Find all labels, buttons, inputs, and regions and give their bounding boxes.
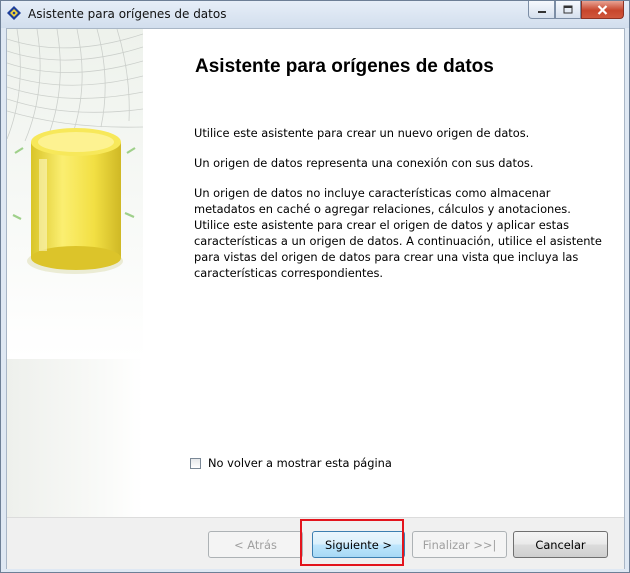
wizard-content: Asistente para orígenes de datos Utilice…	[6, 28, 625, 569]
minimize-icon	[537, 10, 546, 13]
page-title: Asistente para orígenes de datos	[195, 56, 494, 77]
minimize-button[interactable]	[528, 1, 555, 19]
maximize-button[interactable]	[555, 1, 581, 19]
wizard-diamond-icon	[7, 6, 21, 20]
finish-button[interactable]: Finalizar >>|	[412, 531, 507, 558]
database-illustration	[7, 29, 143, 517]
description-paragraph: Un origen de datos representa una conexi…	[194, 156, 534, 170]
dont-show-again-label[interactable]: No volver a mostrar esta página	[208, 456, 392, 470]
cancel-button[interactable]: Cancelar	[513, 531, 608, 558]
database-icon	[7, 29, 143, 359]
maximize-icon	[563, 5, 573, 14]
wizard-window: Asistente para orígenes de datos Asisten…	[0, 0, 630, 573]
details-paragraph: Un origen de datos no incluye caracterís…	[194, 186, 602, 280]
dont-show-again-checkbox[interactable]	[190, 457, 201, 469]
close-button[interactable]	[581, 1, 624, 19]
dont-show-again-option[interactable]: No volver a mostrar esta página	[190, 456, 392, 470]
back-button[interactable]: < Atrás	[208, 531, 303, 558]
close-icon	[597, 4, 608, 15]
intro-paragraph: Utilice este asistente para crear un nue…	[194, 126, 530, 140]
next-button-highlight	[300, 519, 404, 566]
title-bar[interactable]: Asistente para orígenes de datos	[1, 1, 629, 28]
window-title: Asistente para orígenes de datos	[28, 7, 227, 21]
